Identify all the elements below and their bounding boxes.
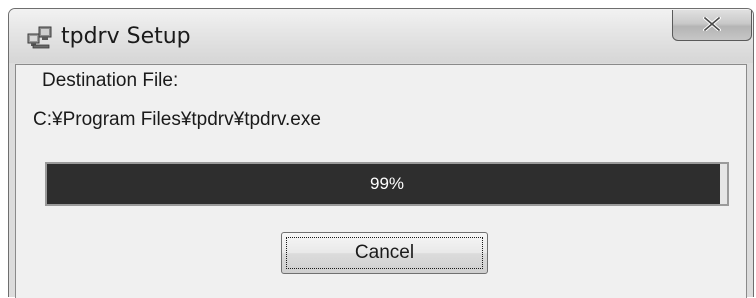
cancel-button[interactable]: Cancel (281, 232, 488, 274)
dialog-body: Destination File: C:¥Program Files¥tpdrv… (15, 64, 747, 298)
close-button[interactable] (672, 10, 752, 41)
close-icon (702, 14, 722, 35)
setup-computer-icon (27, 25, 53, 49)
progress-percent: 99% (369, 174, 405, 193)
title-bar[interactable]: tpdrv Setup (9, 9, 753, 63)
cancel-button-label: Cancel (286, 237, 483, 269)
destination-label: Destination File: (42, 70, 179, 91)
window-title: tpdrv Setup (61, 24, 191, 49)
setup-window: tpdrv Setup Destination File: C:¥Program… (8, 8, 754, 298)
destination-path: C:¥Program Files¥tpdrv¥tpdrv.exe (33, 109, 321, 130)
progress-bar: 99% (45, 162, 729, 206)
